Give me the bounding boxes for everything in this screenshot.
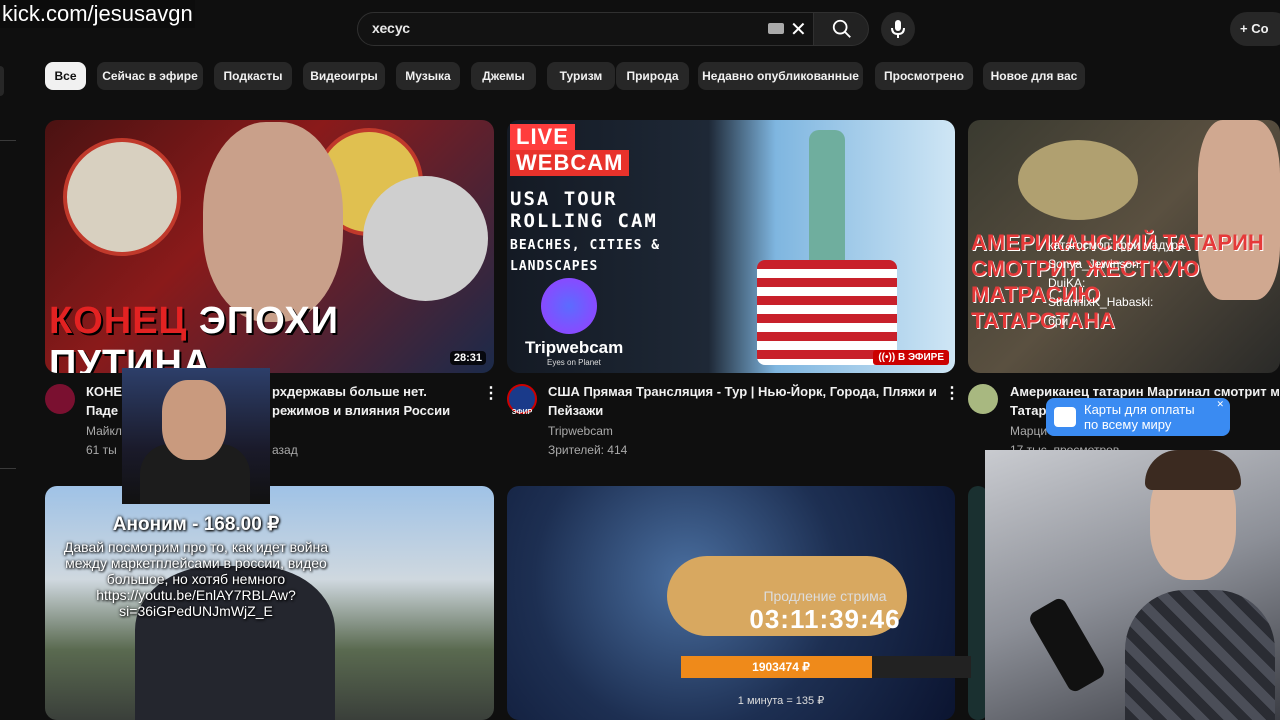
keyboard-icon[interactable]: [768, 23, 784, 34]
channel-name[interactable]: Майкл: [86, 424, 122, 438]
more-options-icon[interactable]: ⋮: [483, 383, 499, 403]
portrait-crossed-image: [63, 138, 181, 256]
chip-tourism[interactable]: Туризм: [547, 62, 615, 90]
channel-avatar[interactable]: [45, 384, 75, 414]
close-icon[interactable]: ✕: [1216, 399, 1224, 410]
video-title[interactable]: Паде: [86, 401, 118, 420]
video-stats: азад: [272, 443, 298, 457]
card-icon: [1054, 407, 1076, 427]
brand-tagline: Eyes on Planet: [547, 358, 601, 367]
create-button[interactable]: + Со: [1230, 12, 1280, 46]
chip-jams[interactable]: Джемы: [471, 62, 536, 90]
search-icon: [832, 19, 851, 38]
chip-new-for-you[interactable]: Новое для вас: [983, 62, 1085, 90]
sidebar-toggle[interactable]: [0, 66, 4, 96]
voice-search-button[interactable]: [881, 12, 915, 46]
thumbnail-title: USA TOUR ROLLING CAM BEACHES, CITIES & L…: [510, 188, 661, 274]
chip-nature[interactable]: Природа: [616, 62, 689, 90]
channel-watermark: kick.com/jesusavgn: [0, 0, 195, 28]
chip-videogames[interactable]: Видеоигры: [303, 62, 385, 90]
brand-logo: Tripwebcam: [525, 338, 624, 357]
payment-cards-ad[interactable]: Карты для оплаты по всему миру ✕: [1046, 398, 1230, 436]
video-title[interactable]: Пейзажи: [548, 401, 603, 420]
mic-icon: [891, 20, 905, 38]
channel-name[interactable]: Марци: [1010, 424, 1047, 438]
video-thumbnail[interactable]: АМЕРИКАНСКИЙ ТАТАРИН СМОТРИТ ЖЕСТКУЮ МАТ…: [968, 120, 1280, 373]
channel-avatar[interactable]: [968, 384, 998, 414]
channel-name[interactable]: Tripwebcam: [548, 424, 613, 438]
donation-alert: Аноним - 168.00 ₽ Давай посмотрим про то…: [58, 513, 334, 619]
sidebar-divider: [0, 140, 16, 141]
plate-image: [1018, 140, 1138, 220]
search-box[interactable]: хесус ✕: [357, 12, 815, 46]
donation-header: Аноним - 168.00 ₽: [112, 514, 280, 535]
search-input[interactable]: хесус: [372, 20, 410, 36]
sidebar-divider: [0, 468, 16, 469]
donation-message: Давай посмотрим про то, как идет война м…: [63, 539, 329, 619]
duration-badge: 28:31: [449, 351, 486, 365]
video-stats: 61 ты: [86, 443, 117, 457]
video-title[interactable]: КОНЕ: [86, 382, 122, 401]
streamer-webcam: [985, 450, 1280, 720]
video-title[interactable]: Татар: [1010, 401, 1046, 420]
chip-recently-uploaded[interactable]: Недавно опубликованные: [698, 62, 863, 90]
chip-watched[interactable]: Просмотрено: [875, 62, 973, 90]
chip-live[interactable]: Сейчас в эфире: [97, 62, 203, 90]
video-stats: Зрителей: 414: [548, 443, 628, 457]
video-thumbnail[interactable]: LIVE WEBCAM USA TOUR ROLLING CAM BEACHES…: [507, 120, 955, 373]
live-webcam-label: LIVE WEBCAM: [510, 124, 630, 176]
video-thumbnail[interactable]: КОНЕЦ ЭПОХИ ПУТИНА 28:31: [45, 120, 494, 373]
video-title[interactable]: США Прямая Трансляция - Тур | Нью-Йорк, …: [548, 382, 937, 401]
person-image: [1125, 590, 1275, 720]
ad-text: Карты для оплаты по всему миру: [1084, 402, 1195, 432]
extension-rate: 1 минута = 135 ₽: [737, 695, 825, 707]
thumbnail-title: КОНЕЦ ЭПОХИ ПУТИНА: [49, 300, 339, 373]
video-title[interactable]: рхдержавы больше нет.: [272, 382, 427, 401]
putin-image: [203, 122, 343, 322]
live-icon: ((•)): [878, 352, 898, 363]
statue-of-liberty-image: [809, 130, 845, 260]
chip-music[interactable]: Музыка: [396, 62, 460, 90]
extension-progress-bar: 1903474 ₽: [681, 656, 971, 678]
person-image: [1145, 450, 1241, 490]
extension-timer: 03:11:39:46: [749, 604, 901, 634]
stream-extension-widget: Продление стрима 03:11:39:46: [680, 588, 970, 635]
search-button[interactable]: [813, 12, 869, 46]
globe-logo-icon: [541, 278, 597, 334]
portrait-question-image: [363, 176, 488, 301]
streamer-media-overlay: [122, 368, 270, 504]
microphone-image: [1027, 596, 1107, 694]
more-options-icon[interactable]: ⋮: [944, 383, 960, 403]
chip-podcasts[interactable]: Подкасты: [214, 62, 292, 90]
live-badge: ((•)) В ЭФИРЕ: [873, 350, 949, 365]
close-icon[interactable]: ✕: [790, 17, 807, 42]
chip-all[interactable]: Все: [45, 62, 86, 90]
person-image: [162, 380, 226, 460]
extension-label: Продление стрима: [763, 588, 887, 604]
channel-avatar[interactable]: ЭФИР: [507, 384, 537, 416]
video-title[interactable]: режимов и влияния России: [272, 401, 450, 420]
chat-overlay: катагосмоп: фри мадура Sonya_Jewinson: D…: [1048, 238, 1185, 328]
extension-amount: 1903474 ₽: [752, 660, 810, 674]
